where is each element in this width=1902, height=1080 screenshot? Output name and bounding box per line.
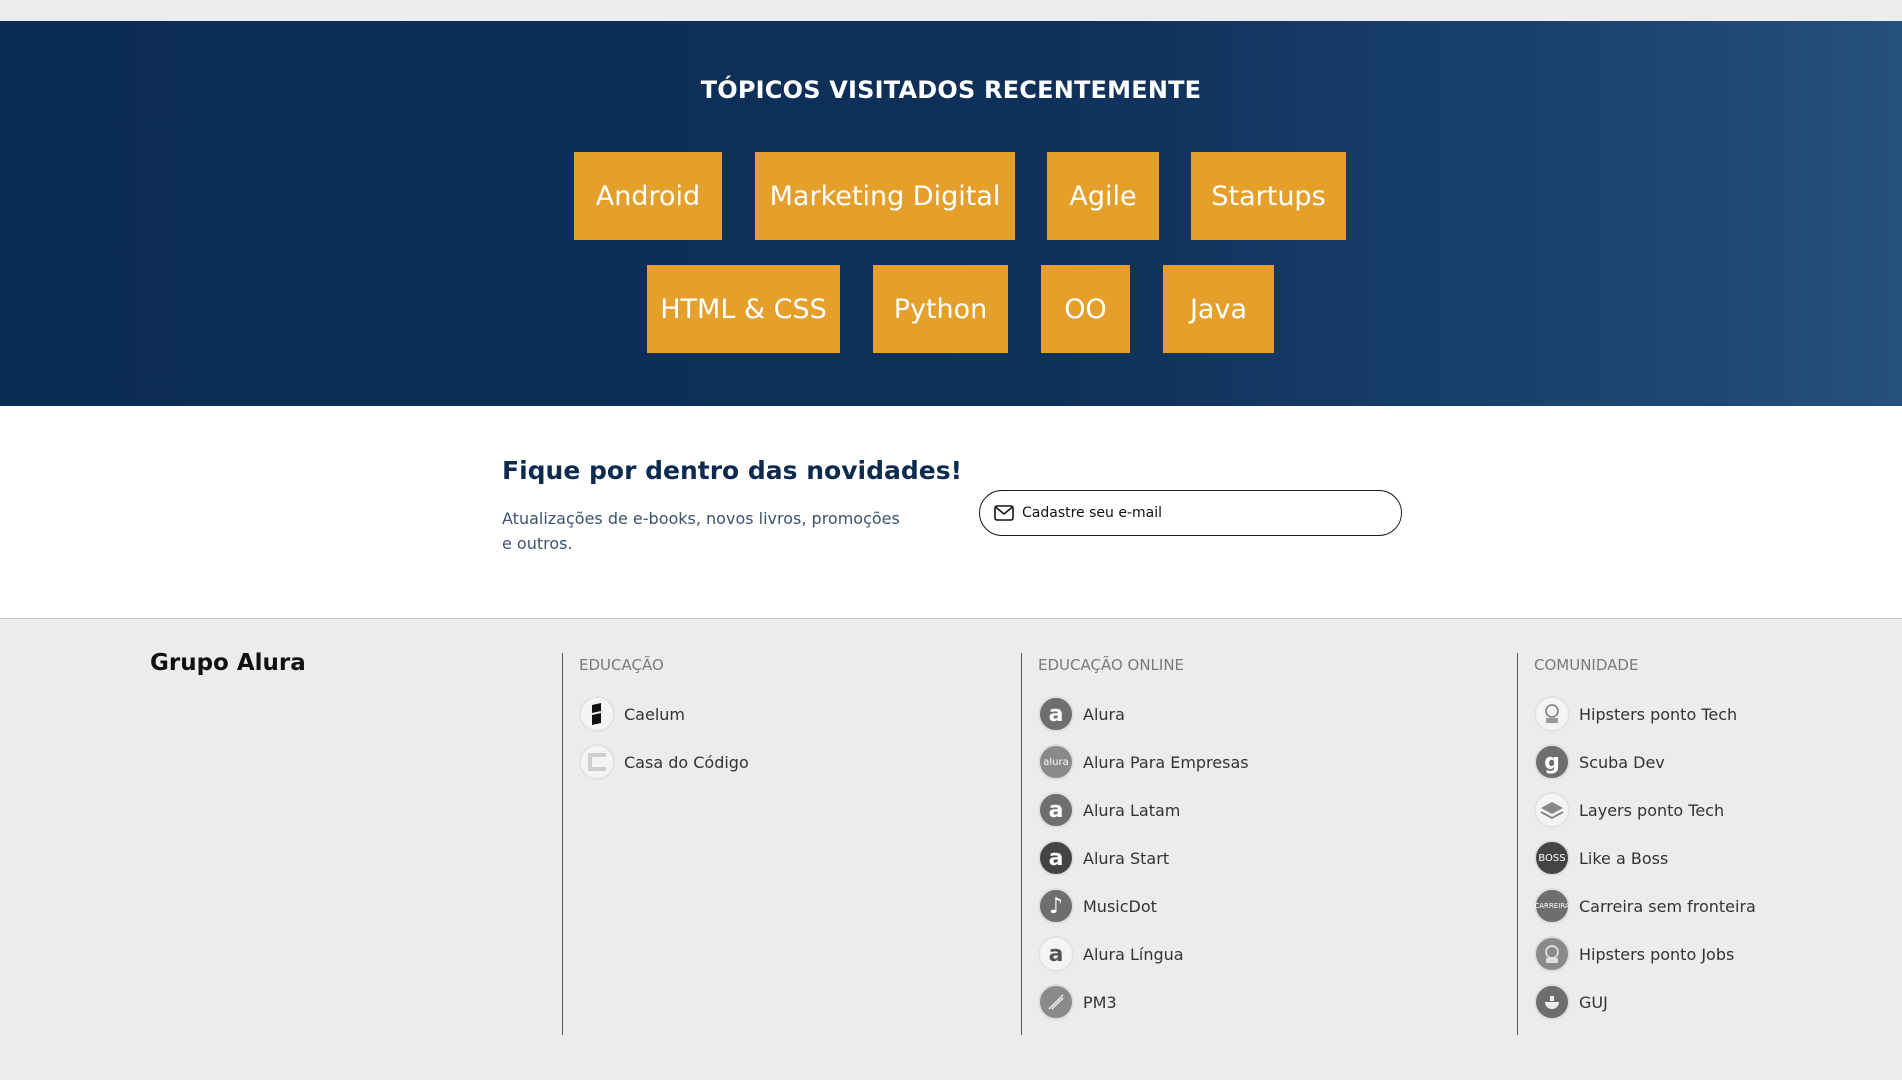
footer-column-educacao-online: EDUCAÇÃO ONLINE a Alura alura Alura Para… [1021, 653, 1461, 1035]
footer-link-hipsters-ponto-tech[interactable]: Hipsters ponto Tech [1534, 690, 1877, 738]
alura-logo-icon: a [1038, 696, 1074, 732]
footer-link-label: Scuba Dev [1579, 752, 1665, 772]
footer-column-title: EDUCAÇÃO [579, 656, 664, 674]
footer-link-label: Alura Start [1083, 848, 1170, 868]
footer-link-label: Alura [1083, 704, 1125, 724]
layers-tech-logo-icon [1534, 792, 1570, 828]
footer-link-label: Alura Para Empresas [1083, 752, 1249, 772]
newsletter-title: Fique por dentro das novidades! [502, 456, 962, 485]
scuba-dev-logo-icon: g [1534, 744, 1570, 780]
footer-link-carreira-sem-fronteira[interactable]: CARREIRA Carreira sem fronteira [1534, 882, 1877, 930]
hipsters-jobs-logo-icon [1534, 936, 1570, 972]
carreira-sem-fronteira-logo-icon: CARREIRA [1534, 888, 1570, 924]
footer-link-label: Hipsters ponto Tech [1579, 704, 1738, 724]
hipsters-tech-logo-icon [1534, 696, 1570, 732]
footer-link-label: GUJ [1579, 992, 1608, 1012]
musicdot-logo-icon: ♪ [1038, 888, 1074, 924]
topic-python-button[interactable]: Python [873, 265, 1008, 353]
footer-link-label: Alura Latam [1083, 800, 1181, 820]
recent-topics-title: TÓPICOS VISITADOS RECENTEMENTE [700, 76, 1202, 104]
footer-link-label: Carreira sem fronteira [1579, 896, 1756, 916]
guj-logo-icon [1534, 984, 1570, 1020]
alura-start-logo-icon: a [1038, 840, 1074, 876]
pm3-logo-icon [1038, 984, 1074, 1020]
footer-link-like-a-boss[interactable]: BOSS Like a Boss [1534, 834, 1877, 882]
mail-icon [994, 505, 1014, 521]
footer-link-alura[interactable]: a Alura [1038, 690, 1461, 738]
footer-link-hipsters-ponto-jobs[interactable]: Hipsters ponto Jobs [1534, 930, 1877, 978]
topic-java-button[interactable]: Java [1163, 265, 1274, 353]
footer-column-educacao: EDUCAÇÃO Caelum Casa do Código [562, 653, 962, 1035]
footer-link-label: MusicDot [1083, 896, 1157, 916]
footer-link-caelum[interactable]: Caelum [579, 690, 962, 738]
footer-link-label: Like a Boss [1579, 848, 1669, 868]
alura-lingua-logo-icon: a [1038, 936, 1074, 972]
casa-do-codigo-logo-icon [579, 744, 615, 780]
footer-link-casa-do-codigo[interactable]: Casa do Código [579, 738, 962, 786]
footer-link-alura-para-empresas[interactable]: alura Alura Para Empresas [1038, 738, 1461, 786]
top-strip [0, 0, 1902, 21]
topic-marketing-digital-button[interactable]: Marketing Digital [755, 152, 1015, 240]
topic-android-button[interactable]: Android [574, 152, 722, 240]
caelum-logo-icon [579, 696, 615, 732]
footer-link-label: Casa do Código [624, 752, 749, 772]
newsletter-email-field[interactable] [979, 490, 1402, 536]
footer-brand: Grupo Alura [150, 650, 306, 676]
footer-link-label: PM3 [1083, 992, 1117, 1012]
topic-agile-button[interactable]: Agile [1047, 152, 1159, 240]
alura-latam-logo-icon: a [1038, 792, 1074, 828]
footer-link-scuba-dev[interactable]: g Scuba Dev [1534, 738, 1877, 786]
newsletter-email-input[interactable] [1022, 505, 1382, 521]
footer-link-alura-lingua[interactable]: a Alura Língua [1038, 930, 1461, 978]
footer-link-label: Caelum [624, 704, 685, 724]
topic-oo-button[interactable]: OO [1041, 265, 1130, 353]
footer-link-musicdot[interactable]: ♪ MusicDot [1038, 882, 1461, 930]
alura-empresas-logo-icon: alura [1038, 744, 1074, 780]
topic-html-css-button[interactable]: HTML & CSS [647, 265, 840, 353]
like-a-boss-logo-icon: BOSS [1534, 840, 1570, 876]
topic-startups-button[interactable]: Startups [1191, 152, 1346, 240]
footer-link-pm3[interactable]: PM3 [1038, 978, 1461, 1026]
footer-link-label: Hipsters ponto Jobs [1579, 944, 1735, 964]
footer-column-title: COMUNIDADE [1534, 656, 1639, 674]
footer-column-title: EDUCAÇÃO ONLINE [1038, 656, 1185, 674]
footer-link-label: Alura Língua [1083, 944, 1184, 964]
newsletter-description: Atualizações de e-books, novos livros, p… [502, 509, 900, 553]
footer-link-layers-ponto-tech[interactable]: Layers ponto Tech [1534, 786, 1877, 834]
footer: Grupo Alura EDUCAÇÃO Caelum Casa do Códi… [0, 620, 1902, 1080]
newsletter-section: Fique por dentro das novidades! Atualiza… [0, 406, 1902, 619]
footer-column-comunidade: COMUNIDADE Hipsters ponto Tech g Scuba D… [1517, 653, 1877, 1035]
footer-link-alura-latam[interactable]: a Alura Latam [1038, 786, 1461, 834]
footer-link-guj[interactable]: GUJ [1534, 978, 1877, 1026]
footer-link-alura-start[interactable]: a Alura Start [1038, 834, 1461, 882]
recent-topics-section: TÓPICOS VISITADOS RECENTEMENTE Android M… [0, 21, 1902, 406]
footer-link-label: Layers ponto Tech [1579, 800, 1725, 820]
